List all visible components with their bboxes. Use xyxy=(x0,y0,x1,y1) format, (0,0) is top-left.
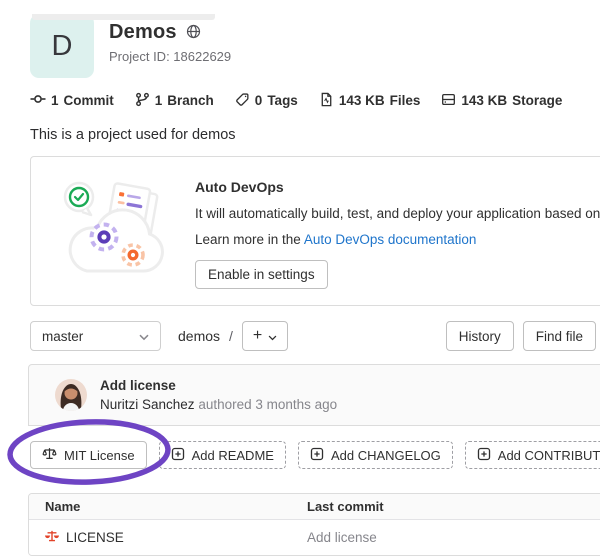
suggested-files-row: MIT License Add README Add CHANGELOG xyxy=(30,441,600,469)
commit-time: authored 3 months ago xyxy=(198,397,337,412)
tag-icon xyxy=(235,92,250,110)
breadcrumb-project[interactable]: demos xyxy=(178,328,220,344)
scale-icon xyxy=(42,446,57,464)
file-entry-license[interactable]: LICENSE xyxy=(45,529,307,546)
enable-in-settings-button[interactable]: Enable in settings xyxy=(195,260,328,289)
devops-title: Auto DevOps xyxy=(195,179,600,195)
add-contributing-button[interactable]: Add CONTRIBUTING xyxy=(465,441,600,469)
add-file-dropdown-button[interactable]: + xyxy=(242,321,288,351)
auto-devops-banner: Auto DevOps It will automatically build,… xyxy=(30,156,600,306)
repo-controls: master demos / + History Find file xyxy=(30,321,596,351)
history-button[interactable]: History xyxy=(446,321,514,351)
globe-icon xyxy=(186,24,201,42)
files-table-header: Name Last commit xyxy=(29,494,600,520)
stat-branches[interactable]: 1 Branch xyxy=(135,92,214,110)
find-file-button[interactable]: Find file xyxy=(523,321,596,351)
mit-license-button[interactable]: MIT License xyxy=(30,441,147,469)
stat-files[interactable]: 143 KB Files xyxy=(319,92,421,110)
stat-storage[interactable]: 143 KB Storage xyxy=(441,92,562,110)
breadcrumb-separator: / xyxy=(229,328,233,344)
project-stats: 1 Commit 1 Branch 0 Tags xyxy=(30,91,600,110)
plus-square-icon xyxy=(477,447,491,464)
file-last-commit-link[interactable]: Add license xyxy=(307,530,600,545)
column-name: Name xyxy=(45,499,307,514)
gitlab-project-page: { "header": { "avatar_letter": "D", "tit… xyxy=(0,14,600,555)
table-row[interactable]: LICENSE Add license xyxy=(29,520,600,555)
page: D Demos Project ID: 18622629 1 Commit xyxy=(0,14,600,556)
add-readme-button[interactable]: Add README xyxy=(159,441,286,469)
storage-icon xyxy=(441,92,456,110)
devops-learn-more-text: Learn more in the xyxy=(195,232,304,247)
project-avatar: D xyxy=(30,14,94,78)
author-avatar[interactable] xyxy=(55,379,87,411)
plus-square-icon xyxy=(310,447,324,464)
cutoff-element-fragment xyxy=(32,14,215,20)
project-description: This is a project used for demos xyxy=(30,127,600,143)
chevron-down-icon xyxy=(139,329,149,344)
project-id: Project ID: 18622629 xyxy=(109,49,231,64)
last-commit-box: Add license Nuritzi Sanchez authored 3 m… xyxy=(28,364,600,426)
chevron-down-icon xyxy=(268,329,277,344)
commit-author-link[interactable]: Nuritzi Sanchez xyxy=(100,397,195,412)
license-file-icon xyxy=(45,529,59,546)
file-icon xyxy=(319,92,334,110)
stat-commits[interactable]: 1 Commit xyxy=(30,91,114,110)
commit-icon xyxy=(30,91,46,110)
stat-tags[interactable]: 0 Tags xyxy=(235,92,298,110)
column-last-commit: Last commit xyxy=(307,499,600,514)
files-table: Name Last commit LICENSE Add license xyxy=(28,493,600,556)
auto-devops-docs-link[interactable]: Auto DevOps documentation xyxy=(304,232,477,247)
branch-icon xyxy=(135,92,150,110)
branch-selector[interactable]: master xyxy=(30,321,161,351)
plus-square-icon xyxy=(171,447,185,464)
devops-description: It will automatically build, test, and d… xyxy=(195,206,600,221)
plus-icon: + xyxy=(253,328,262,344)
page-title: Demos xyxy=(109,21,177,44)
add-changelog-button[interactable]: Add CHANGELOG xyxy=(298,441,453,469)
project-header: D Demos Project ID: 18622629 xyxy=(30,14,600,78)
cloud-gears-illustration xyxy=(57,171,173,289)
commit-title-link[interactable]: Add license xyxy=(100,378,337,393)
